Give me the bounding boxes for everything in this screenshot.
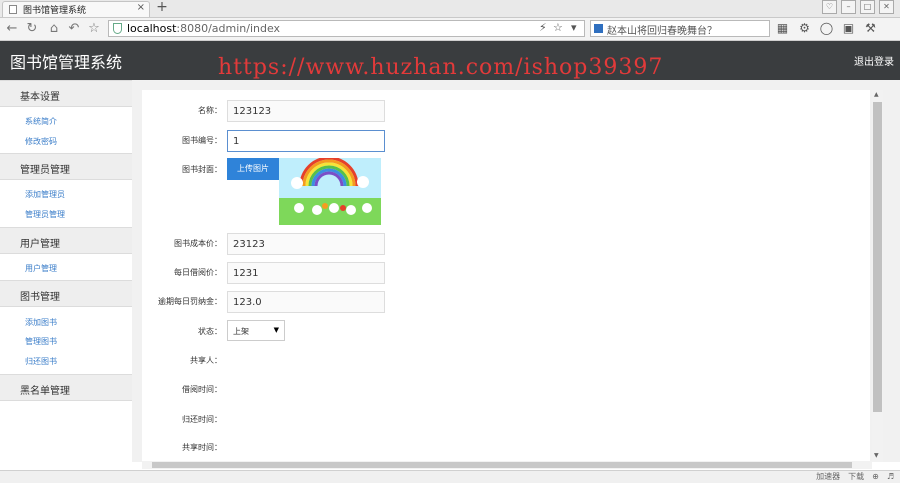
book-cover-image [279,158,381,225]
vertical-scrollbar[interactable]: ▲ ▼ [872,90,883,462]
shield-icon [113,23,122,34]
sidebar-section-basic[interactable]: 基本设置 [0,80,132,107]
book-form: 名称： 123123 图书编号： 1 图书封面： 上传图片 图书成本价： 231… [142,90,870,462]
sidebar-section-blacklist[interactable]: 黑名单管理 [0,374,132,401]
scroll-down-icon[interactable]: ▼ [874,452,879,459]
close-tab-icon[interactable]: × [137,2,145,13]
browser-toolbar: ← ↻ ⌂ ↶ ☆ localhost:8080/admin/index ⚡ ☆… [0,18,900,41]
sidebar-item-manage-admin[interactable]: 管理员管理 [25,209,65,220]
search-engine-icon [594,24,603,33]
favorite-icon[interactable]: ☆ [86,21,102,37]
return-time-label: 归还时间： [182,415,222,424]
grid-icon[interactable]: ▦ [775,21,790,36]
sidebar-item-intro[interactable]: 系统简介 [25,116,57,127]
name-input[interactable]: 123123 [227,100,385,122]
sidebar-item-manage-book[interactable]: 管理图书 [25,336,57,347]
status-select[interactable]: 上架 ▼ [227,320,285,341]
volume-icon[interactable]: ♬ [887,471,894,483]
daily-price-label: 每日借阅价： [174,268,222,277]
tab-title: 图书馆管理系统 [23,6,87,16]
watermark-text: https://www.huzhan.com/ishop39397 [218,55,664,80]
gear-icon[interactable]: ⚙ [797,21,812,36]
sidebar-item-return-book[interactable]: 归还图书 [25,356,57,367]
skin-icon[interactable]: ♡ [822,0,837,14]
status-label: 状态： [198,327,222,336]
browser-tab-bar: 图书馆管理系统 × + ♡ – □ ✕ [0,0,900,18]
scroll-up-icon[interactable]: ▲ [874,91,879,98]
download-item[interactable]: 下载 [848,471,864,483]
url-text: localhost:8080/admin/index [127,22,281,35]
main-content: 名称： 123123 图书编号： 1 图书封面： 上传图片 图书成本价： 231… [132,80,900,462]
horizontal-scrollbar[interactable] [142,461,872,469]
horizontal-scroll-thumb[interactable] [152,462,852,468]
tools-icon[interactable]: ⚒ [863,21,878,36]
search-box[interactable]: 赵本山将回归春晚舞台？ [590,20,770,37]
new-tab-button[interactable]: + [154,0,170,16]
home-icon[interactable]: ⌂ [46,21,62,37]
chevron-down-icon: ▼ [273,326,279,334]
sidebar: 基本设置 系统简介 修改密码 管理员管理 添加管理员 管理员管理 用户管理 用户… [0,80,133,462]
logout-link[interactable]: 退出登录 [854,53,894,68]
maximize-icon[interactable]: □ [860,0,875,14]
code-input[interactable]: 1 [227,130,385,152]
overdue-fee-input[interactable]: 123.0 [227,291,385,313]
cover-label: 图书封面： [182,165,222,174]
window-icon[interactable]: ▣ [841,21,856,36]
sidebar-section-user[interactable]: 用户管理 [0,227,132,254]
sidebar-item-password[interactable]: 修改密码 [25,136,57,147]
page-icon [9,5,17,14]
browser-tab[interactable]: 图书馆管理系统 × [2,1,150,17]
search-text: 赵本山将回归春晚舞台？ [607,26,717,37]
overdue-fee-label: 逾期每日罚纳金： [158,297,222,306]
accelerator-item[interactable]: 加速器 [816,471,840,483]
minimize-icon[interactable]: – [841,0,856,14]
lightning-icon[interactable]: ⚡ [539,21,547,34]
sidebar-item-manage-user[interactable]: 用户管理 [25,263,57,274]
cost-label: 图书成本价： [174,239,222,248]
sharer-label: 共享人： [190,356,222,365]
address-bar[interactable]: localhost:8080/admin/index ⚡ ☆ ▾ [108,20,585,37]
sidebar-section-admin[interactable]: 管理员管理 [0,153,132,180]
sidebar-item-add-admin[interactable]: 添加管理员 [25,189,65,200]
name-label: 名称： [198,106,222,115]
power-icon[interactable]: ◯ [819,21,834,36]
close-window-icon[interactable]: ✕ [879,0,894,14]
daily-price-input[interactable]: 1231 [227,262,385,284]
borrow-time-label: 借阅时间： [182,385,222,394]
vertical-scroll-thumb[interactable] [873,102,882,412]
share-time-label: 共享时间： [182,443,222,452]
back-icon[interactable]: ← [4,21,20,37]
cost-input[interactable]: 23123 [227,233,385,255]
undo-icon[interactable]: ↶ [66,21,82,37]
zoom-icon[interactable]: ⊕ [872,471,879,483]
code-label: 图书编号： [182,136,222,145]
toolbar-icons: ▦ ⚙ ◯ ▣ ⚒ [775,21,878,36]
browser-status-bar: 加速器 下载 ⊕ ♬ [0,470,900,483]
upload-image-button[interactable]: 上传图片 [227,158,279,180]
app-title: 图书馆管理系统 [10,53,123,72]
window-controls: ♡ – □ ✕ [822,0,894,14]
bookmark-star-icon[interactable]: ☆ [553,21,563,34]
status-value: 上架 [233,327,249,336]
refresh-icon[interactable]: ↻ [24,21,40,37]
sidebar-item-add-book[interactable]: 添加图书 [25,317,57,328]
dropdown-icon[interactable]: ▾ [571,21,577,34]
sidebar-section-book[interactable]: 图书管理 [0,280,132,307]
